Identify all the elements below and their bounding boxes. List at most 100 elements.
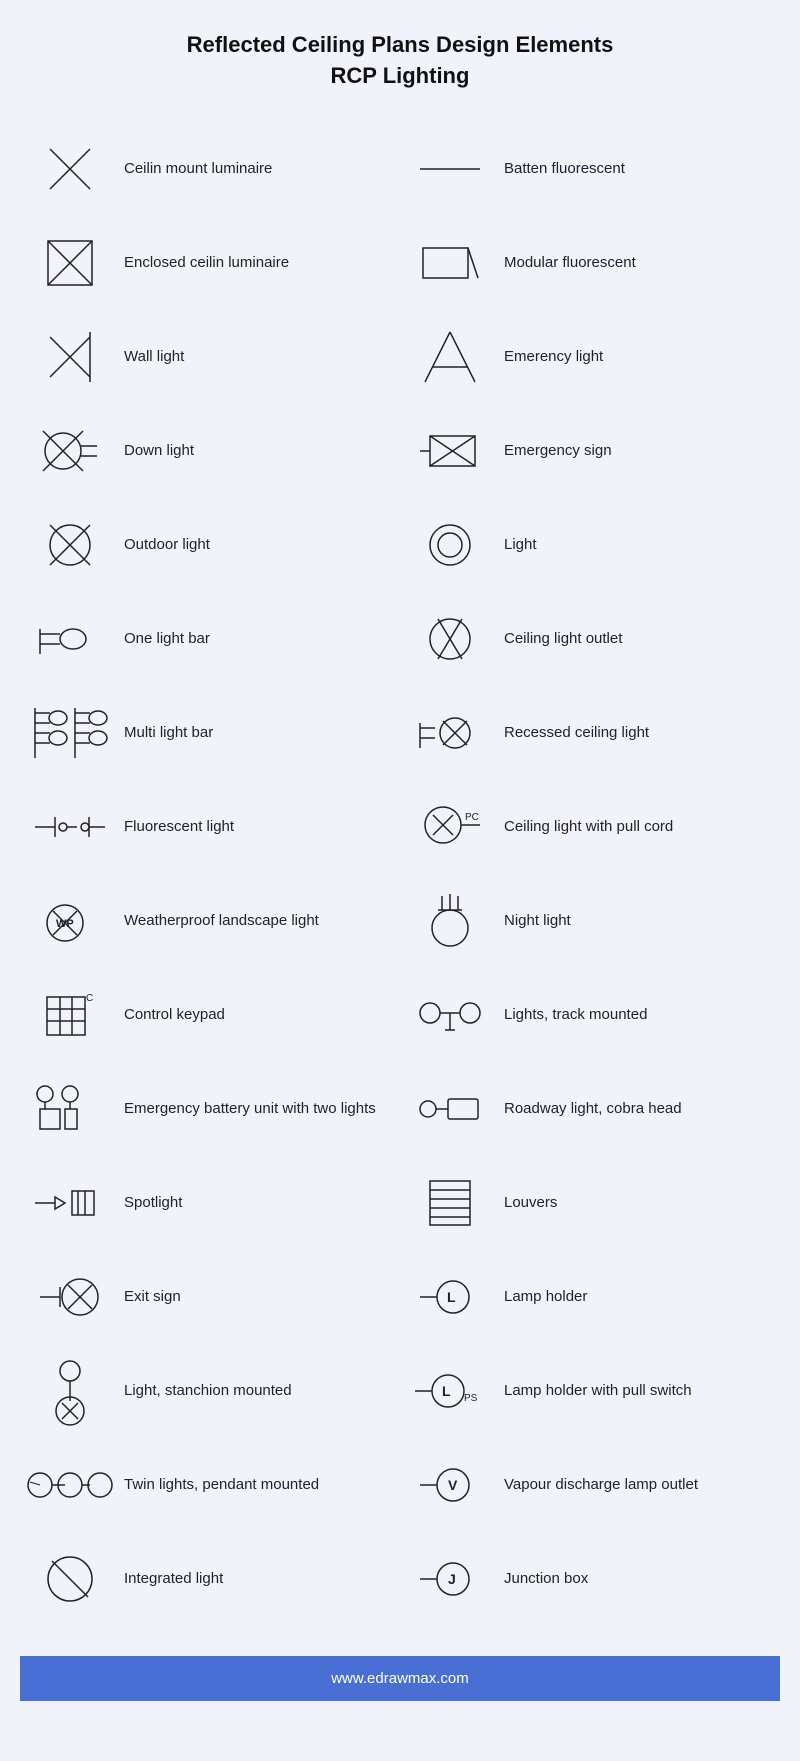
- vapour-discharge-label: Vapour discharge lamp outlet: [504, 1474, 698, 1495]
- ceiling-mount-luminaire-icon: [30, 134, 110, 204]
- svg-text:WP: WP: [56, 918, 74, 930]
- fluorescent-light-icon: [30, 792, 110, 862]
- louvers-label: Louvers: [504, 1192, 557, 1213]
- roadway-light-icon: [410, 1074, 490, 1144]
- spotlight-icon: [30, 1168, 110, 1238]
- emergency-battery-label: Emergency battery unit with two lights: [124, 1098, 376, 1119]
- weatherproof-label: Weatherproof landscape light: [124, 910, 319, 931]
- ceiling-light-pull-cord-label: Ceiling light with pull cord: [504, 816, 673, 837]
- emergency-sign-label: Emergency sign: [504, 440, 612, 461]
- exit-sign-label: Exit sign: [124, 1286, 181, 1307]
- list-item: J Junction box: [400, 1532, 780, 1626]
- light-label: Light: [504, 534, 537, 555]
- wall-light-label: Wall light: [124, 346, 184, 367]
- lamp-holder-pull-icon: L PS: [410, 1356, 490, 1426]
- list-item: Ceilin mount luminaire: [20, 122, 400, 216]
- list-item: Recessed ceiling light: [400, 686, 780, 780]
- svg-text:V: V: [448, 1477, 458, 1493]
- enclosed-ceiling-luminaire-icon: [30, 228, 110, 298]
- ceiling-light-outlet-label: Ceiling light outlet: [504, 628, 622, 649]
- list-item: Emergency sign: [400, 404, 780, 498]
- twin-lights-label: Twin lights, pendant mounted: [124, 1474, 319, 1495]
- list-item: Emerency light: [400, 310, 780, 404]
- modular-fluorescent-label: Modular fluorescent: [504, 252, 636, 273]
- list-item: Enclosed ceilin luminaire: [20, 216, 400, 310]
- twin-lights-icon: [30, 1450, 110, 1520]
- svg-text:PC: PC: [465, 812, 479, 823]
- list-item: Night light: [400, 874, 780, 968]
- integrated-light-label: Integrated light: [124, 1568, 223, 1589]
- list-item: Exit sign: [20, 1250, 400, 1344]
- integrated-light-icon: [30, 1544, 110, 1614]
- list-item: Modular fluorescent: [400, 216, 780, 310]
- recessed-ceiling-light-label: Recessed ceiling light: [504, 722, 649, 743]
- recessed-ceiling-light-icon: [410, 698, 490, 768]
- emergency-battery-icon: [30, 1074, 110, 1144]
- one-light-bar-label: One light bar: [124, 628, 210, 649]
- emergency-light-label: Emerency light: [504, 346, 603, 367]
- list-item: C Control keypad: [20, 968, 400, 1062]
- fluorescent-light-label: Fluorescent light: [124, 816, 234, 837]
- control-keypad-icon: C: [30, 980, 110, 1050]
- night-light-label: Night light: [504, 910, 571, 931]
- emergency-sign-icon: [410, 416, 490, 486]
- modular-fluorescent-icon: [410, 228, 490, 298]
- list-item: Wall light: [20, 310, 400, 404]
- footer-url: www.edrawmax.com: [331, 1670, 469, 1687]
- list-item: V Vapour discharge lamp outlet: [400, 1438, 780, 1532]
- lamp-holder-pull-label: Lamp holder with pull switch: [504, 1380, 692, 1401]
- junction-box-icon: J: [410, 1544, 490, 1614]
- page-header: Reflected Ceiling Plans Design Elements …: [20, 30, 780, 92]
- lights-track-mounted-icon: [410, 980, 490, 1050]
- junction-box-label: Junction box: [504, 1568, 588, 1589]
- ceiling-light-pull-cord-icon: PC: [410, 792, 490, 862]
- list-item: WP Weatherproof landscape light: [20, 874, 400, 968]
- list-item: Batten fluorescent: [400, 122, 780, 216]
- wall-light-icon: [30, 322, 110, 392]
- list-item: Lights, track mounted: [400, 968, 780, 1062]
- night-light-icon: [410, 886, 490, 956]
- list-item: Ceiling light outlet: [400, 592, 780, 686]
- page: Reflected Ceiling Plans Design Elements …: [0, 0, 800, 1761]
- list-item: Roadway light, cobra head: [400, 1062, 780, 1156]
- roadway-light-label: Roadway light, cobra head: [504, 1098, 682, 1119]
- louvers-icon: [410, 1168, 490, 1238]
- one-light-bar-icon: [30, 604, 110, 674]
- svg-text:L: L: [447, 1289, 456, 1305]
- light-stanchion-label: Light, stanchion mounted: [124, 1380, 292, 1401]
- light-icon: [410, 510, 490, 580]
- list-item: Fluorescent light: [20, 780, 400, 874]
- list-item: Light, stanchion mounted: [20, 1344, 400, 1438]
- batten-fluorescent-icon: [410, 134, 490, 204]
- symbols-grid: Ceilin mount luminaire Batten fluorescen…: [20, 122, 780, 1626]
- page-title: Reflected Ceiling Plans Design Elements …: [20, 30, 780, 92]
- batten-fluorescent-label: Batten fluorescent: [504, 158, 625, 179]
- list-item: Twin lights, pendant mounted: [20, 1438, 400, 1532]
- lights-track-mounted-label: Lights, track mounted: [504, 1004, 647, 1025]
- light-stanchion-icon: [30, 1356, 110, 1426]
- list-item: Emergency battery unit with two lights: [20, 1062, 400, 1156]
- vapour-discharge-icon: V: [410, 1450, 490, 1520]
- svg-text:J: J: [448, 1571, 456, 1587]
- spotlight-label: Spotlight: [124, 1192, 182, 1213]
- lamp-holder-label: Lamp holder: [504, 1286, 587, 1307]
- multi-light-bar-label: Multi light bar: [124, 722, 213, 743]
- control-keypad-label: Control keypad: [124, 1004, 225, 1025]
- ceiling-mount-luminaire-label: Ceilin mount luminaire: [124, 158, 272, 179]
- emergency-light-icon: [410, 322, 490, 392]
- list-item: PC Ceiling light with pull cord: [400, 780, 780, 874]
- page-footer: www.edrawmax.com: [20, 1656, 780, 1701]
- list-item: One light bar: [20, 592, 400, 686]
- list-item: Multi light bar: [20, 686, 400, 780]
- svg-text:PS: PS: [464, 1393, 478, 1404]
- lamp-holder-icon: L: [410, 1262, 490, 1332]
- list-item: Light: [400, 498, 780, 592]
- list-item: L PS Lamp holder with pull switch: [400, 1344, 780, 1438]
- svg-text:C: C: [86, 993, 93, 1004]
- multi-light-bar-icon: [30, 698, 110, 768]
- list-item: L Lamp holder: [400, 1250, 780, 1344]
- outdoor-light-label: Outdoor light: [124, 534, 210, 555]
- down-light-label: Down light: [124, 440, 194, 461]
- list-item: Outdoor light: [20, 498, 400, 592]
- list-item: Louvers: [400, 1156, 780, 1250]
